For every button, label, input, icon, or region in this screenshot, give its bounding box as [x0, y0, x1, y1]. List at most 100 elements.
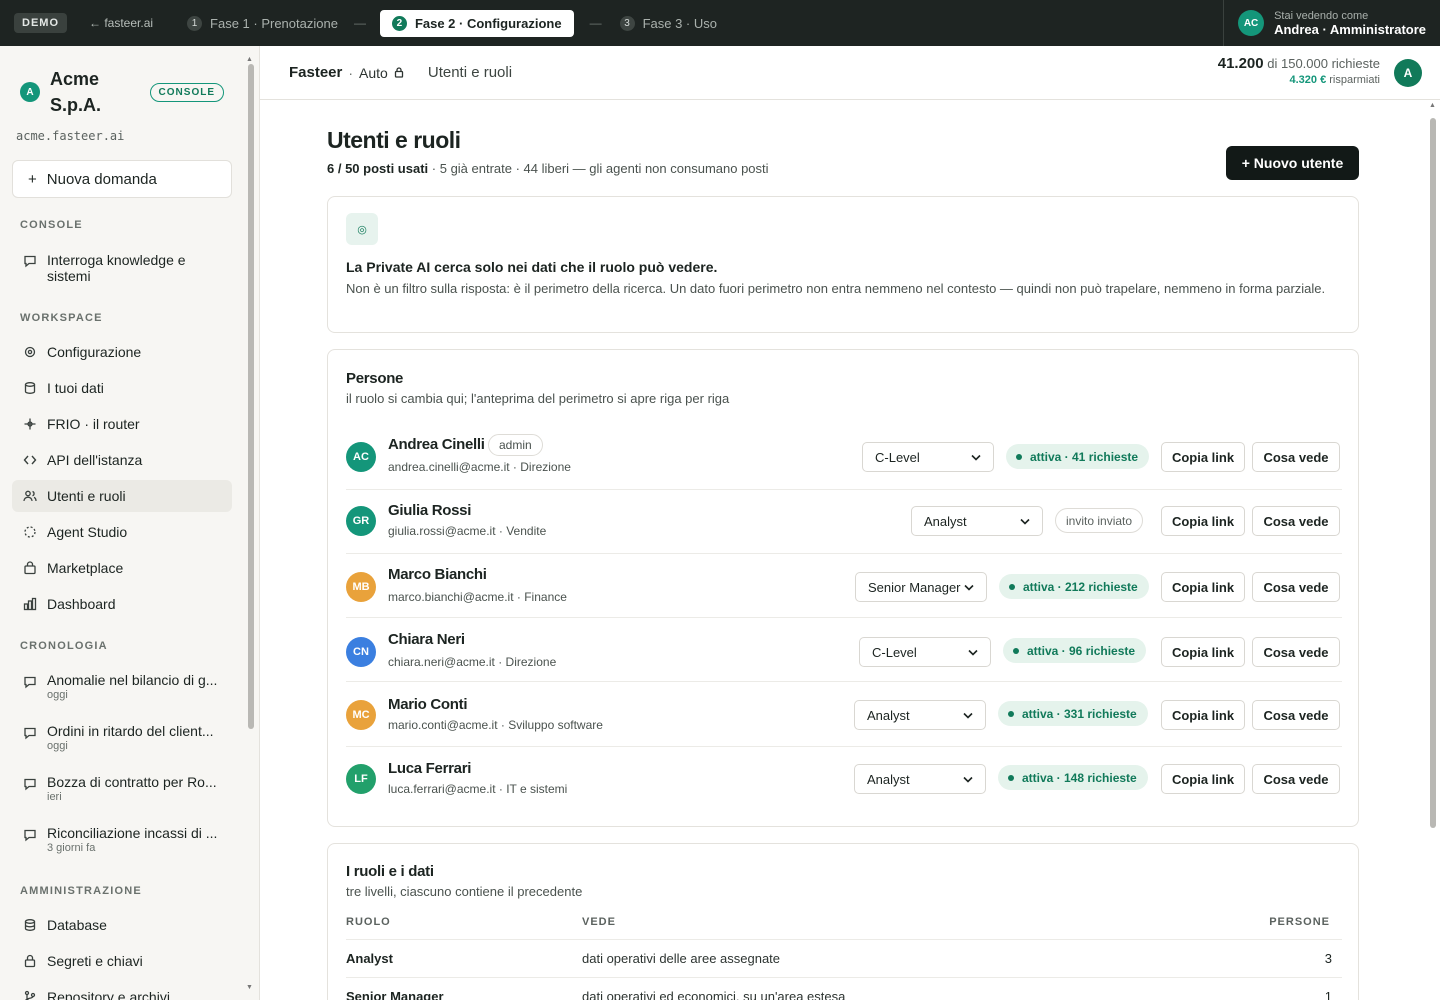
role-select[interactable]: Analyst [854, 764, 986, 794]
breadcrumb-mode[interactable]: Auto [359, 65, 388, 81]
viewer-switch[interactable]: AC Stai vedendo come Andrea · Amministra… [1223, 0, 1440, 46]
code-icon [23, 453, 37, 467]
user-avatar[interactable]: A [1394, 59, 1422, 87]
sidebar-item-segreti[interactable]: Segreti e chiavi [12, 945, 232, 977]
role-select[interactable]: Senior Manager [855, 572, 987, 602]
step-3-label: Fase 3 · Uso [642, 15, 717, 31]
sidebar-item-dashboard[interactable]: Dashboard [12, 588, 232, 620]
copy-link-button[interactable]: Copia link [1161, 506, 1245, 536]
viewer-name: Andrea · Amministratore [1274, 21, 1426, 37]
avatar: MB [346, 572, 376, 602]
people-title: Persone [346, 370, 404, 387]
step-1[interactable]: 1 Fase 1 · Prenotazione [187, 15, 338, 31]
role-name: Senior Manager [346, 989, 444, 1000]
status-dot [1008, 774, 1014, 781]
sidebar-item-utenti[interactable]: Utenti e ruoli [12, 480, 232, 512]
sidebar-item-frio[interactable]: FRIO · il router [12, 408, 232, 440]
new-question-button[interactable]: + Nuova domanda [12, 160, 232, 198]
what-sees-button[interactable]: Cosa vede [1252, 572, 1340, 602]
lock-icon [23, 954, 37, 968]
sidebar-item-api[interactable]: API dell'istanza [12, 444, 232, 476]
org-domain: acme.fasteer.ai [16, 129, 125, 143]
what-sees-button[interactable]: Cosa vede [1252, 506, 1340, 536]
copy-link-button[interactable]: Copia link [1161, 700, 1245, 730]
new-user-button[interactable]: + Nuovo utente [1226, 146, 1359, 180]
sidebar-scrollbar[interactable]: ▲ ▼ [246, 56, 254, 996]
chat-icon [23, 254, 37, 268]
sidebar-item-configurazione[interactable]: Configurazione [12, 336, 232, 368]
status-badge: attiva · 212 richieste [999, 574, 1149, 599]
avatar: LF [346, 764, 376, 794]
table-row: MC Mario Conti mario.conti@acme.it · Svi… [346, 683, 1342, 747]
people-subtitle: il ruolo si cambia qui; l'anteprima del … [346, 391, 730, 406]
section-history: CRONOLOGIA [20, 640, 108, 652]
role-scope: dati operativi ed economici, su un'area … [582, 989, 846, 1000]
bar-chart-icon [23, 597, 37, 611]
status-dot [1013, 647, 1019, 654]
column-header-sees: VEDE [582, 916, 616, 928]
sidebar-item-dati[interactable]: I tuoi dati [12, 372, 232, 404]
copy-link-button[interactable]: Copia link [1161, 637, 1245, 667]
back-link[interactable]: ← fasteer.ai [89, 16, 153, 30]
scroll-down-icon[interactable]: ▼ [246, 984, 253, 991]
table-row: MB Marco Bianchi marco.bianchi@acme.it ·… [346, 554, 1342, 618]
person-meta: marco.bianchi@acme.it · Finance [388, 590, 567, 604]
main-scrollbar[interactable]: ▲ [1426, 100, 1440, 1000]
section-workspace: WORKSPACE [20, 312, 103, 324]
what-sees-button[interactable]: Cosa vede [1252, 442, 1340, 472]
role-select[interactable]: Analyst [854, 700, 986, 730]
person-meta: mario.conti@acme.it · Sviluppo software [388, 718, 603, 732]
step-3[interactable]: 3 Fase 3 · Uso [619, 15, 717, 31]
step-2[interactable]: 2 Fase 2 · Configurazione [379, 9, 574, 37]
person-name: Chiara Neri [388, 631, 465, 648]
breadcrumb-separator: · [348, 64, 354, 81]
perimeter-notice: ◎ La Private AI cerca solo nei dati che … [327, 196, 1359, 333]
what-sees-button[interactable]: Cosa vede [1252, 637, 1340, 667]
chevron-down-icon [963, 776, 973, 783]
what-sees-button[interactable]: Cosa vede [1252, 700, 1340, 730]
status-dot [1009, 583, 1015, 590]
role-name: Analyst [346, 951, 393, 966]
notice-body: Non è un filtro sulla risposta: è il per… [346, 281, 1326, 296]
breadcrumb-brand[interactable]: Fasteer [289, 64, 342, 81]
demo-badge: DEMO [14, 13, 67, 33]
sidebar-item-marketplace[interactable]: Marketplace [12, 552, 232, 584]
status-badge: attiva · 41 richieste [1006, 444, 1150, 469]
what-sees-button[interactable]: Cosa vede [1252, 764, 1340, 794]
org-avatar: A [20, 82, 40, 102]
chevron-down-icon [968, 649, 978, 656]
history-item[interactable]: Anomalie nel bilancio di g... oggi [12, 672, 232, 701]
sidebar-item-repository[interactable]: Repository e archivi [12, 981, 232, 1000]
scroll-up-icon[interactable]: ▲ [1429, 102, 1436, 109]
sidebar-scroll-thumb[interactable] [248, 64, 254, 729]
table-row: Senior Manager dati operativi ed economi… [346, 977, 1342, 1000]
history-item[interactable]: Ordini in ritardo del client... oggi [12, 723, 232, 752]
role-select[interactable]: C-Level [859, 637, 991, 667]
top-bar: DEMO ← fasteer.ai 1 Fase 1 · Prenotazion… [0, 0, 1440, 46]
sidebar-item-label: Segreti e chiavi [47, 953, 143, 969]
page-title: Utenti e ruoli [327, 127, 461, 153]
scroll-up-icon[interactable]: ▲ [246, 56, 253, 63]
people-card: Persone il ruolo si cambia qui; l'antepr… [327, 349, 1359, 827]
copy-link-button[interactable]: Copia link [1161, 572, 1245, 602]
history-item[interactable]: Bozza di contratto per Ro... ieri [12, 774, 232, 803]
avatar: AC [346, 442, 376, 472]
chat-icon [23, 675, 37, 689]
sidebar-item-agent-studio[interactable]: Agent Studio [12, 516, 232, 548]
roles-title: I ruoli e i dati [346, 863, 434, 880]
org-header: A Acme S.p.A. CONSOLE [20, 66, 224, 118]
role-select[interactable]: C-Level [862, 442, 994, 472]
role-count: 1 [1324, 989, 1332, 1000]
role-select[interactable]: Analyst [911, 506, 1043, 536]
role-count: 3 [1324, 951, 1332, 966]
main-scroll-thumb[interactable] [1430, 118, 1436, 828]
history-item[interactable]: Riconciliazione incassi di ... 3 giorni f… [12, 825, 232, 854]
viewer-avatar: AC [1238, 10, 1265, 36]
sidebar-item-interroga[interactable]: Interroga knowledge e sistemi [12, 250, 232, 286]
history-date: oggi [47, 689, 68, 701]
chat-icon [23, 726, 37, 740]
copy-link-button[interactable]: Copia link [1161, 442, 1245, 472]
sidebar-item-database[interactable]: Database [12, 909, 232, 941]
saved-amount: 4.320 € [1289, 74, 1327, 86]
copy-link-button[interactable]: Copia link [1161, 764, 1245, 794]
